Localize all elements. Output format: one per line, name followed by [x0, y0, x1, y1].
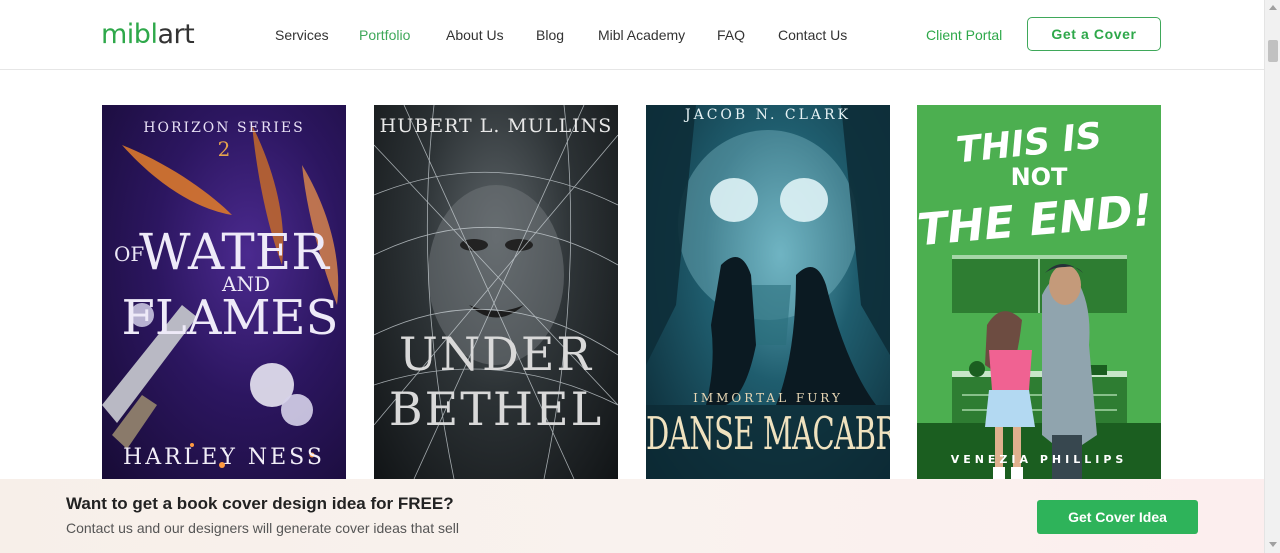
nav-blog[interactable]: Blog [536, 26, 564, 44]
cover-author: HARLEY NESS [123, 445, 325, 470]
banner-title: Want to get a book cover design idea for… [66, 494, 454, 513]
portfolio-cover-water-and-flames[interactable]: HORIZON SERIES 2 OF WATER AND FLAMES HAR… [102, 105, 346, 479]
portfolio-grid: HORIZON SERIES 2 OF WATER AND FLAMES HAR… [0, 105, 1264, 479]
cover-series: IMMORTAL FURY [693, 391, 843, 405]
portfolio-cover-under-bethel[interactable]: HUBERT L. MULLINS UNDER BETHEL [374, 105, 618, 479]
cover-series: HORIZON SERIES [143, 120, 305, 136]
cover-author: JACOB N. CLARK [684, 107, 852, 123]
cover-title-under: UNDER [398, 327, 594, 381]
nav-mibl-academy[interactable]: Mibl Academy [598, 26, 685, 44]
portfolio-cover-this-is-not-the-end[interactable]: THIS IS NOT THE END! VENEZIA PHILLIPS [917, 105, 1161, 479]
scroll-down-arrow-icon[interactable] [1269, 542, 1277, 547]
scroll-up-arrow-icon[interactable] [1269, 5, 1277, 10]
banner-subtitle: Contact us and our designers will genera… [66, 520, 459, 536]
cover-series-number: 2 [217, 137, 231, 161]
page-scrollbar[interactable] [1264, 0, 1280, 553]
site-header: miblart Services Portfolio About Us Blog… [0, 0, 1264, 70]
get-a-cover-button[interactable]: Get a Cover [1027, 17, 1161, 51]
scroll-thumb[interactable] [1268, 40, 1278, 62]
cover-title-flames: FLAMES [121, 290, 339, 346]
client-portal-link[interactable]: Client Portal [926, 26, 1002, 44]
nav-services[interactable]: Services [275, 26, 329, 44]
free-cover-idea-banner: Want to get a book cover design idea for… [0, 479, 1264, 553]
cover-title-bethel: BETHEL [388, 382, 604, 436]
nav-portfolio[interactable]: Portfolio [359, 26, 410, 44]
cover-title: DANSE MACABRE [646, 407, 890, 460]
get-cover-idea-button[interactable]: Get Cover Idea [1037, 500, 1198, 534]
nav-about-us[interactable]: About Us [446, 26, 504, 44]
cover-author: VENEZIA PHILLIPS [950, 453, 1128, 466]
portfolio-cover-danse-macabre[interactable]: JACOB N. CLARK IMMORTAL FURY DANSE MACAB… [646, 105, 890, 479]
nav-faq[interactable]: FAQ [717, 26, 745, 44]
nav-contact-us[interactable]: Contact Us [778, 26, 847, 44]
cover-author: HUBERT L. MULLINS [379, 115, 613, 137]
